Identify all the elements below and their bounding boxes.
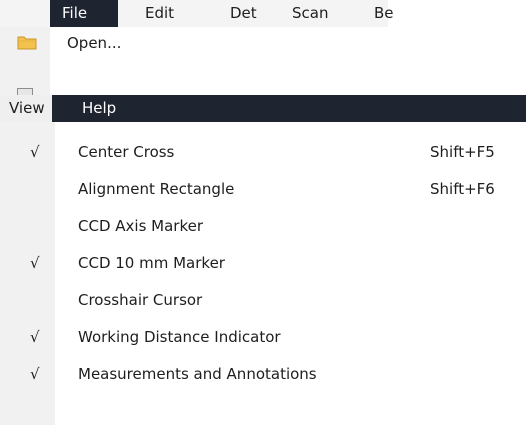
menu-item-ccd-axis-marker[interactable]: CCD Axis Marker bbox=[0, 208, 526, 245]
menu-item-label: Crosshair Cursor bbox=[78, 291, 203, 309]
menu-item-alignment-rectangle[interactable]: Alignment Rectangle Shift+F6 bbox=[0, 171, 526, 208]
menu-help[interactable]: Help bbox=[82, 95, 116, 122]
menu-item-shortcut: Shift+F5 bbox=[430, 143, 495, 161]
view-menu-bar: View Help bbox=[0, 95, 526, 122]
file-dropdown: Open... bbox=[0, 27, 388, 97]
menu-file[interactable]: File bbox=[50, 0, 118, 27]
menu-item-label: CCD Axis Marker bbox=[78, 217, 204, 235]
menu-item-open[interactable]: Open... bbox=[0, 27, 388, 59]
menu-item-label: Alignment Rectangle bbox=[78, 180, 235, 198]
menu-item-crosshair-cursor[interactable]: Crosshair Cursor bbox=[0, 282, 526, 319]
checkmark-icon: √ bbox=[30, 254, 40, 272]
menu-item-label: Center Cross bbox=[78, 143, 175, 161]
view-dropdown: √ Center Cross Shift+F5 Alignment Rectan… bbox=[0, 122, 526, 425]
menu-item-open-label: Open... bbox=[67, 34, 122, 52]
menu-be[interactable]: Be bbox=[374, 0, 394, 27]
checkmark-icon: √ bbox=[30, 143, 40, 161]
menu-scan[interactable]: Scan bbox=[292, 0, 328, 27]
menu-edit[interactable]: Edit bbox=[145, 0, 174, 27]
menu-view[interactable]: View bbox=[0, 95, 52, 122]
menu-item-measurements-and-annotations[interactable]: √ Measurements and Annotations bbox=[0, 356, 526, 393]
menu-item-ccd-10mm-marker[interactable]: √ CCD 10 mm Marker bbox=[0, 245, 526, 282]
document-icon bbox=[17, 88, 33, 95]
menu-det[interactable]: Det bbox=[230, 0, 257, 27]
checkmark-icon: √ bbox=[30, 328, 40, 346]
folder-icon bbox=[17, 34, 37, 50]
menu-item-center-cross[interactable]: √ Center Cross Shift+F5 bbox=[0, 134, 526, 171]
menu-item-shortcut: Shift+F6 bbox=[430, 180, 495, 198]
menu-bar: File Edit Det Scan Be bbox=[0, 0, 394, 27]
menu-item-label: CCD 10 mm Marker bbox=[78, 254, 225, 272]
menu-item-working-distance-indicator[interactable]: √ Working Distance Indicator bbox=[0, 319, 526, 356]
menu-item-label: Measurements and Annotations bbox=[78, 365, 317, 383]
checkmark-icon: √ bbox=[30, 365, 40, 383]
menu-item-label: Working Distance Indicator bbox=[78, 328, 281, 346]
